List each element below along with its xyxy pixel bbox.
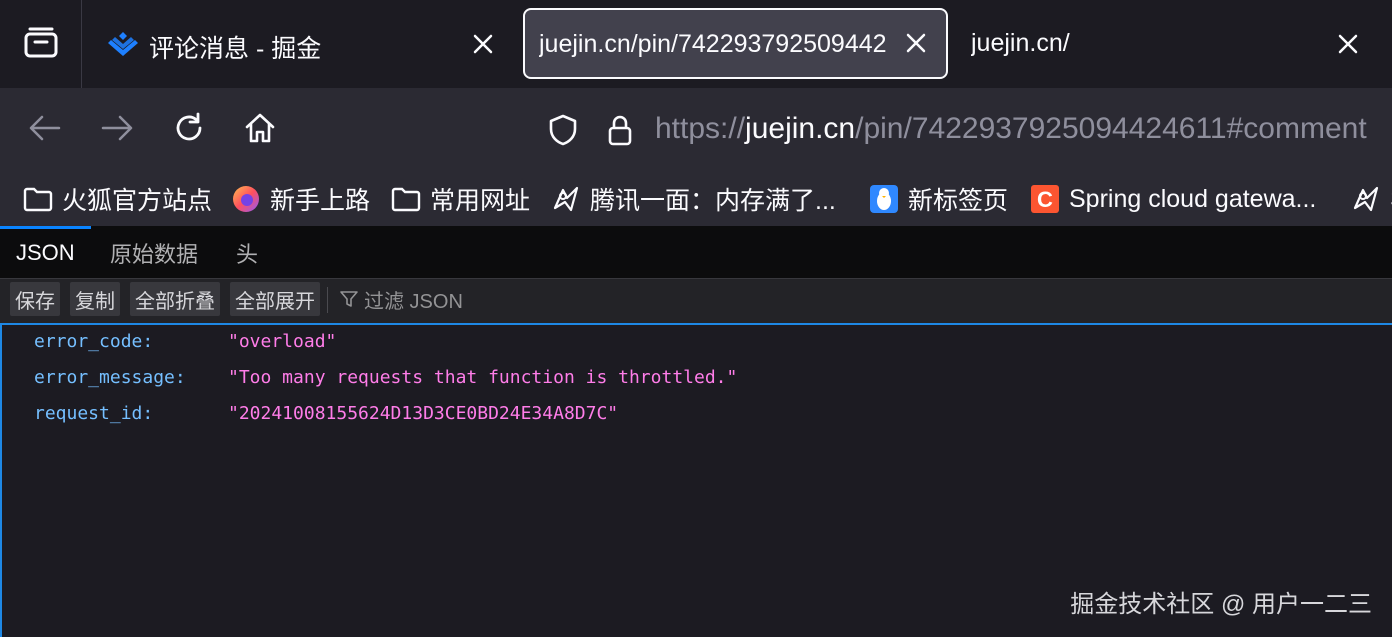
back-button[interactable] <box>25 110 65 150</box>
folder-icon <box>390 183 422 215</box>
tab-label: 原始数据 <box>110 241 199 267</box>
forward-button[interactable] <box>97 110 137 150</box>
json-row[interactable]: error_message: "Too many requests that fu… <box>34 362 737 392</box>
filter-icon <box>338 288 360 310</box>
tab-headers[interactable]: 头 <box>220 226 274 279</box>
arrow-left-icon <box>28 114 62 147</box>
bookmark-tencent-interview[interactable]: 腾讯一面：内存满了... <box>550 180 836 218</box>
lock-icon[interactable] <box>600 110 640 150</box>
firefox-icon <box>230 183 262 215</box>
expand-all-button[interactable]: 全部展开 <box>230 282 320 316</box>
arrow-right-icon <box>100 114 134 147</box>
tab-title: 评论消息 - 掘金 <box>149 35 322 63</box>
bookmark-label: 常用网址 <box>430 187 531 215</box>
bookmark-label: 新标签页 <box>908 187 1009 215</box>
juejin-logo-icon <box>107 30 139 58</box>
json-value: "overload" <box>228 330 337 352</box>
url-text[interactable]: https://juejin.cn/pin/742293792509442461… <box>655 112 1367 146</box>
bookmark-overflow[interactable]: S <box>1350 180 1392 218</box>
close-tab-icon[interactable] <box>900 27 932 59</box>
bookmark-spring-cloud[interactable]: C Spring cloud gatewa... <box>1029 180 1316 218</box>
bookmarks-toolbar: 火狐官方站点 新手上路 常用网址 腾讯一面：内存满了... 新标签页 C Spr… <box>0 172 1392 226</box>
bookmark-label: 火狐官方站点 <box>62 187 213 215</box>
bookmark-folder-firefox[interactable]: 火狐官方站点 <box>22 180 212 218</box>
bookmark-folder-common[interactable]: 常用网址 <box>390 180 530 218</box>
copy-button[interactable]: 复制 <box>70 282 120 316</box>
tab-strip: 评论消息 - 掘金 juejin.cn/pin/742293792509442 … <box>0 0 1392 88</box>
viewer-tabs: JSON 原始数据 头 <box>0 226 1392 279</box>
watermark: 掘金技术社区 @ 用户一二三 <box>1070 591 1372 618</box>
tab-title: juejin.cn/pin/742293792509442 <box>539 30 887 58</box>
json-row[interactable]: request_id: "20241008155624D13D3CE0BD24E3… <box>34 398 618 428</box>
toolbar-divider <box>327 287 328 313</box>
tab-raw-data[interactable]: 原始数据 <box>94 226 214 279</box>
bookmark-bird-icon <box>550 183 582 215</box>
tab-list-button[interactable] <box>0 0 82 88</box>
json-key: error_code: <box>34 330 154 352</box>
penguin-icon <box>868 183 900 215</box>
tab-label: JSON <box>16 239 75 265</box>
bookmark-new-tab[interactable]: 新标签页 <box>868 180 1008 218</box>
json-toolbar: 保存 复制 全部折叠 全部展开 过滤 JSON <box>0 279 1392 325</box>
tab-label: 头 <box>236 241 259 267</box>
tab-juejin-pin[interactable]: juejin.cn/pin/742293792509442 <box>523 8 948 79</box>
svg-text:C: C <box>1037 187 1053 212</box>
collapse-all-button[interactable]: 全部折叠 <box>130 282 220 316</box>
tab-list-icon <box>23 25 59 64</box>
reload-icon <box>172 111 206 150</box>
json-value: "Too many requests that function is thro… <box>228 366 738 388</box>
tab-juejin-home[interactable]: juejin.cn/ <box>955 0 1392 88</box>
json-viewer: JSON 原始数据 头 保存 复制 全部折叠 全部展开 过滤 JSON erro… <box>0 226 1392 637</box>
address-bar[interactable]: https://juejin.cn/pin/742293792509442461… <box>540 100 1392 160</box>
close-tab-icon[interactable] <box>467 28 499 60</box>
home-button[interactable] <box>240 110 280 150</box>
folder-icon <box>22 183 54 215</box>
json-value: "20241008155624D13D3CE0BD24E34A8D7C" <box>228 402 619 424</box>
filter-json-input[interactable]: 过滤 JSON <box>338 282 463 316</box>
shield-icon[interactable] <box>543 110 583 150</box>
home-icon <box>243 111 277 150</box>
bookmark-label: 腾讯一面：内存满了... <box>590 187 836 215</box>
navigation-toolbar: https://juejin.cn/pin/742293792509442461… <box>0 88 1392 172</box>
json-key: error_message: <box>34 366 186 388</box>
close-tab-icon[interactable] <box>1332 28 1364 60</box>
tab-json[interactable]: JSON <box>0 226 91 279</box>
save-button[interactable]: 保存 <box>10 282 60 316</box>
json-row[interactable]: error_code: "overload" <box>34 326 336 356</box>
tab-title: juejin.cn/ <box>971 29 1070 57</box>
bookmark-getting-started[interactable]: 新手上路 <box>230 180 370 218</box>
csdn-icon: C <box>1029 183 1061 215</box>
tab-juejin-comments[interactable]: 评论消息 - 掘金 <box>83 0 518 88</box>
bookmark-label: 新手上路 <box>270 187 371 215</box>
reload-button[interactable] <box>169 110 209 150</box>
filter-placeholder: 过滤 JSON <box>364 290 463 313</box>
json-key: request_id: <box>34 402 154 424</box>
bookmark-label: Spring cloud gatewa... <box>1069 184 1317 213</box>
bookmark-bird-icon <box>1350 183 1382 215</box>
